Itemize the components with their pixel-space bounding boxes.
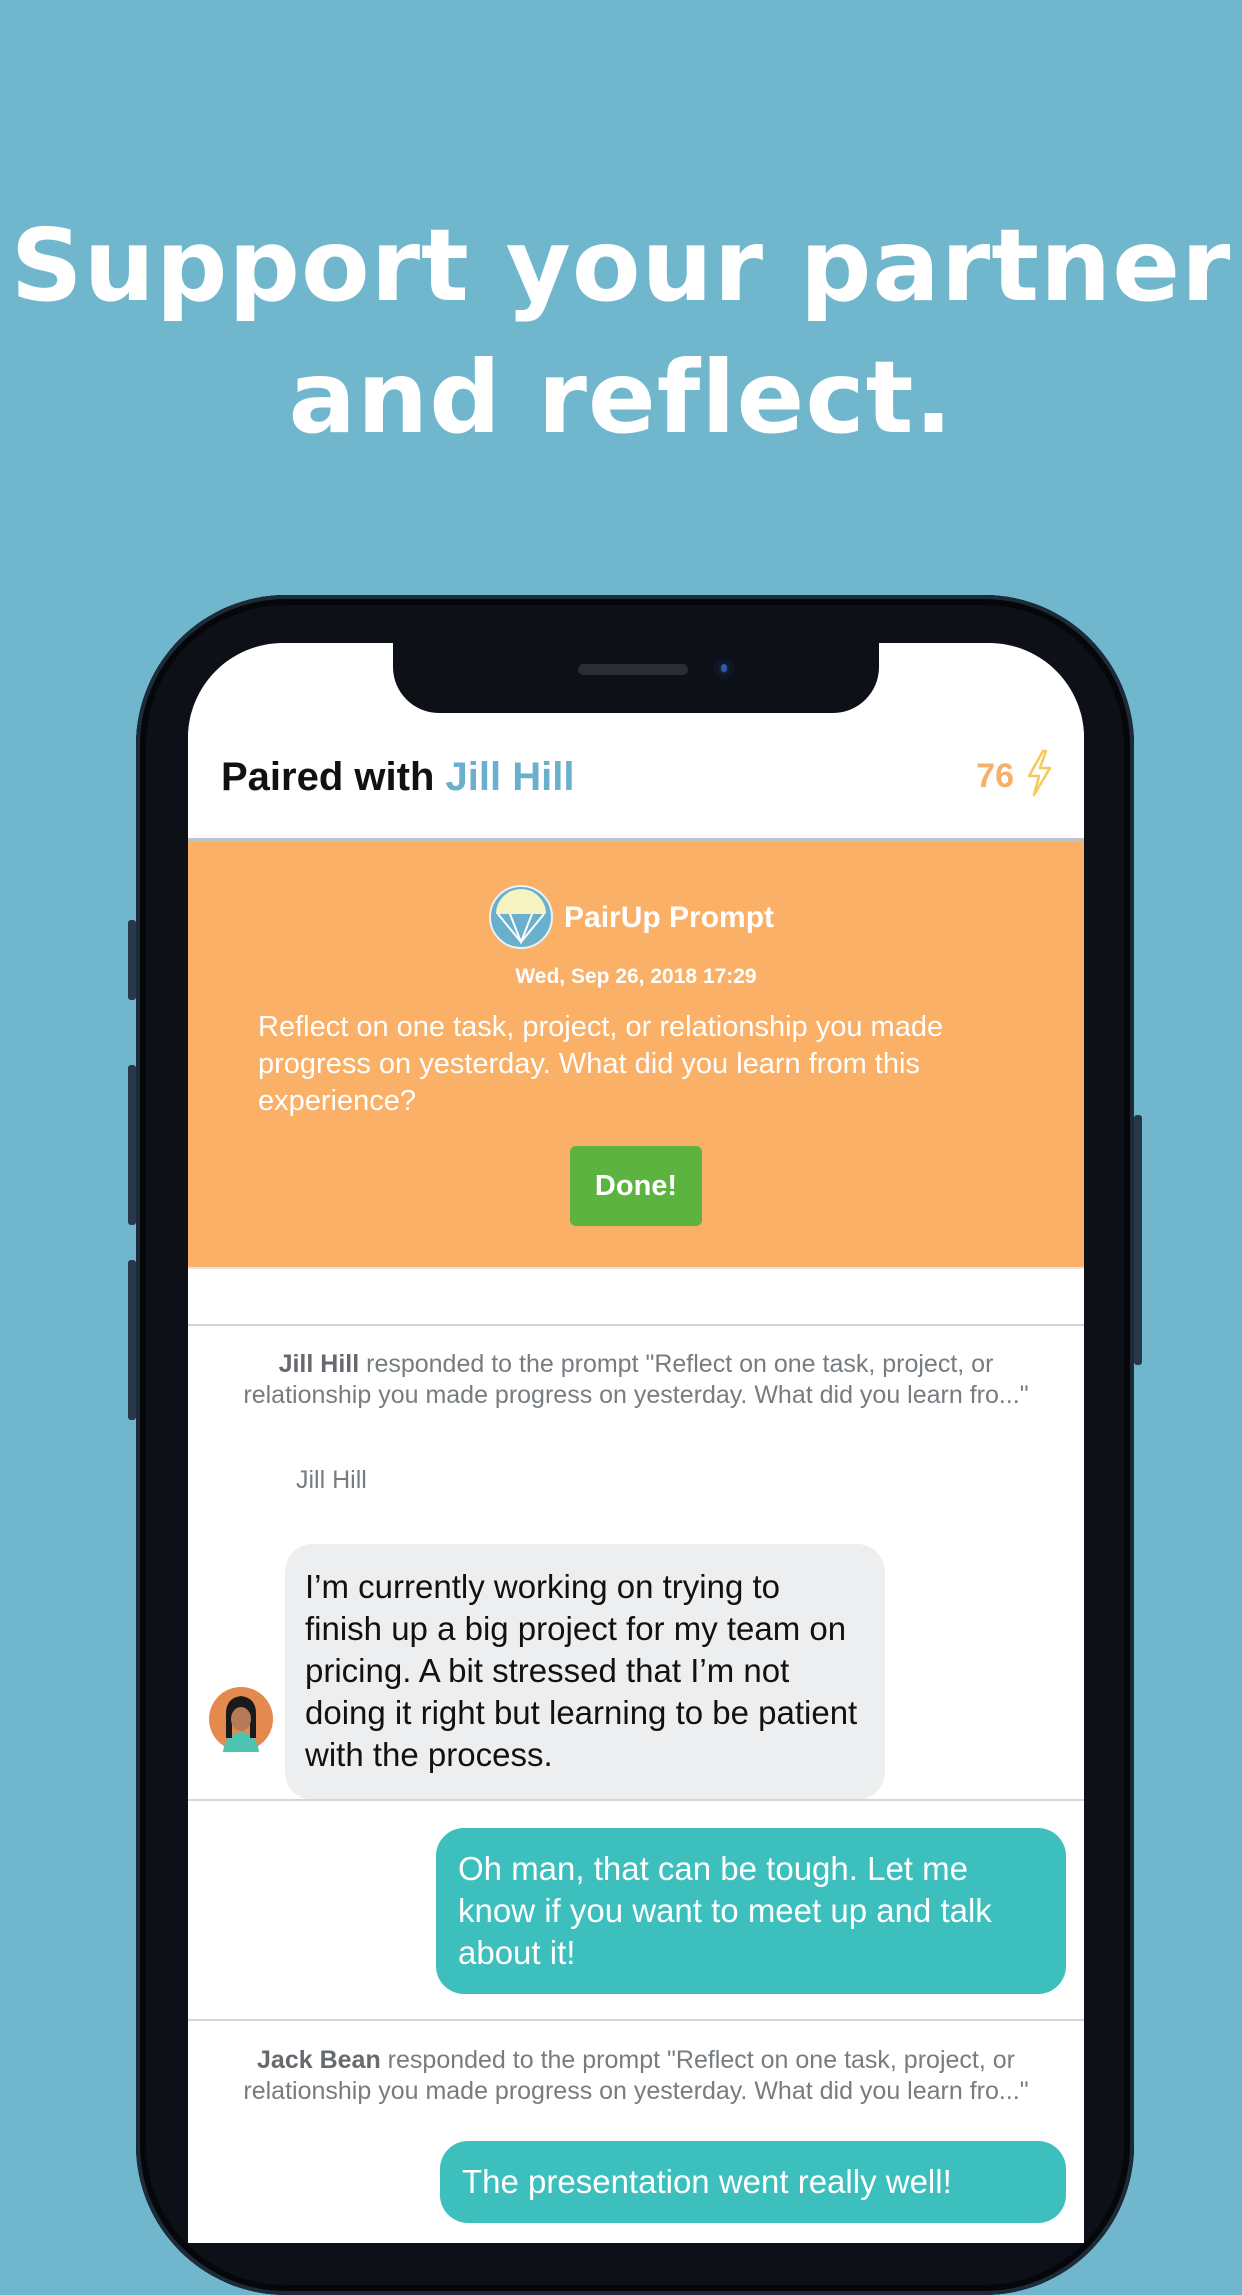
outgoing-message[interactable]: The presentation went really well! xyxy=(440,2141,1066,2223)
sender-label: Jill Hill xyxy=(296,1466,367,1494)
front-camera xyxy=(714,659,734,679)
volume-up-button xyxy=(128,1065,136,1225)
speaker-grille xyxy=(578,664,688,675)
phone-screen: Paired with Jill Hill 76 PairUp Prompt W… xyxy=(188,643,1084,2243)
prompt-text: Reflect on one task, project, or relatio… xyxy=(258,1011,944,1117)
divider xyxy=(188,2019,1084,2021)
response-notice: Jack Bean responded to the prompt "Refle… xyxy=(218,2045,1054,2107)
paired-with-title: Paired with Jill Hill xyxy=(221,755,574,800)
response-notice: Jill Hill responded to the prompt "Refle… xyxy=(218,1349,1054,1411)
top-bar: Paired with Jill Hill 76 xyxy=(188,713,1084,841)
headline: Support your partner and reflect. xyxy=(0,200,1242,464)
prompt-date: Wed, Sep 26, 2018 17:29 xyxy=(515,965,757,988)
responder-name: Jack Bean xyxy=(257,2046,381,2074)
responder-name: Jill Hill xyxy=(278,1350,360,1378)
prompt-title: PairUp Prompt xyxy=(564,901,775,934)
notch xyxy=(393,643,879,713)
partner-name[interactable]: Jill Hill xyxy=(446,755,575,799)
done-button[interactable]: Done! xyxy=(570,1146,702,1226)
incoming-message[interactable]: I’m currently working on trying to finis… xyxy=(285,1544,885,1800)
lightning-bolt-icon xyxy=(1027,749,1052,797)
avatar[interactable] xyxy=(208,1686,274,1752)
headline-line-2: and reflect. xyxy=(288,339,954,456)
parachute-logo-icon xyxy=(489,885,553,949)
headline-line-1: Support your partner xyxy=(10,207,1232,324)
response-notice-text: responded to the prompt "Reflect on one … xyxy=(243,1350,1029,1409)
prompt-card: PairUp Prompt Wed, Sep 26, 2018 17:29 Re… xyxy=(188,841,1084,1267)
paired-prefix: Paired with xyxy=(221,755,446,799)
mute-switch xyxy=(128,920,136,1000)
divider xyxy=(188,1324,1084,1326)
outgoing-message[interactable]: Oh man, that can be tough. Let me know i… xyxy=(436,1828,1066,1994)
points-count: 76 xyxy=(976,757,1014,795)
divider xyxy=(188,1267,1084,1269)
divider xyxy=(188,1799,1084,1801)
volume-down-button xyxy=(128,1260,136,1420)
power-button xyxy=(1134,1115,1142,1365)
